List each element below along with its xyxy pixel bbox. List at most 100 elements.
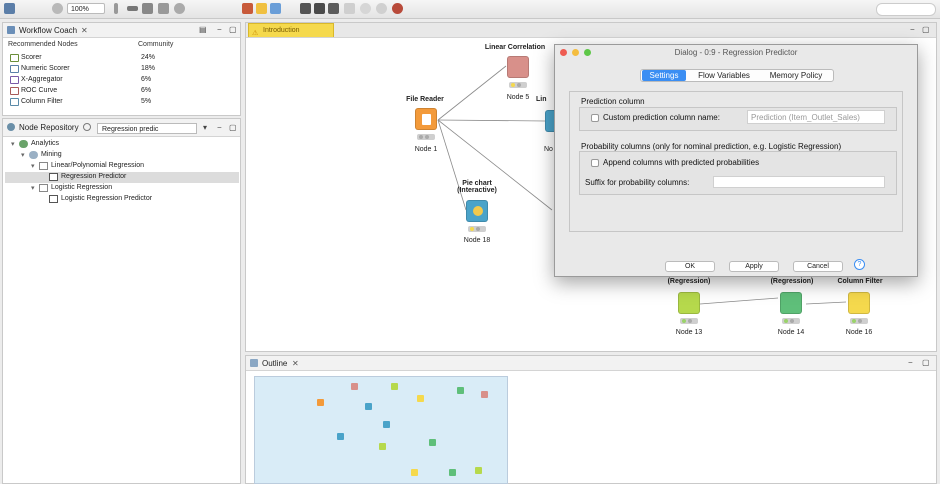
- tree-item-label: Logistic Regression Predictor: [61, 195, 153, 202]
- node-label-file-reader: Node 1: [414, 146, 438, 153]
- open-view-icon[interactable]: [376, 3, 387, 14]
- tree-node-icon: [49, 173, 58, 181]
- node-icon[interactable]: [270, 3, 281, 14]
- ok-button[interactable]: OK: [665, 261, 715, 272]
- node-16[interactable]: [848, 292, 870, 314]
- coach-node-name: Scorer: [21, 54, 42, 61]
- tree-item[interactable]: ▾ Mining: [5, 150, 239, 161]
- node-pie-chart[interactable]: [466, 200, 488, 222]
- node-icon: [10, 54, 19, 62]
- node-title-16: Column Filter: [837, 278, 883, 285]
- help-icon[interactable]: ?: [854, 259, 865, 270]
- tab-settings[interactable]: Settings: [642, 70, 686, 81]
- outline-node: [417, 395, 424, 402]
- workflow-coach-panel: Workflow Coach ✕ ▤ − ▢ Recommended Nodes…: [2, 22, 241, 116]
- custom-name-field[interactable]: Prediction (Item_Outlet_Sales): [747, 110, 885, 124]
- apply-button[interactable]: Apply: [729, 261, 779, 272]
- annotation-icon[interactable]: [256, 3, 267, 14]
- suffix-field[interactable]: [713, 176, 885, 188]
- debug-icon[interactable]: [392, 3, 403, 14]
- zoom-icon[interactable]: [174, 3, 185, 14]
- coach-settings-icon[interactable]: ▤: [199, 25, 207, 34]
- cancel-icon[interactable]: [344, 3, 355, 14]
- minimize-icon[interactable]: −: [910, 25, 915, 34]
- coach-node-name: Column Filter: [21, 98, 63, 105]
- main-toolbar: 100%: [0, 0, 940, 19]
- tab-memory-policy[interactable]: Memory Policy: [761, 70, 831, 81]
- dropdown-icon[interactable]: ▾: [203, 123, 207, 132]
- cancel-button[interactable]: Cancel: [793, 261, 843, 272]
- coach-node-percent: 24%: [141, 54, 156, 61]
- node-file-reader[interactable]: [415, 108, 437, 130]
- close-dot-icon[interactable]: [560, 49, 567, 56]
- layout-icon[interactable]: [158, 3, 169, 14]
- new-workflow-icon[interactable]: [4, 3, 15, 14]
- minimize-icon[interactable]: −: [217, 25, 222, 34]
- tree-item[interactable]: ▾ Linear/Polynomial Regression: [5, 161, 239, 172]
- expand-icon[interactable]: ▾: [31, 162, 35, 170]
- dialog-title: Dialog - 0:9 - Regression Predictor: [674, 48, 798, 57]
- configure-icon[interactable]: [300, 3, 311, 14]
- maximize-icon[interactable]: ▢: [229, 25, 237, 34]
- outline-node: [411, 469, 418, 476]
- custom-name-checkbox[interactable]: [591, 114, 599, 122]
- coach-icon: [7, 26, 15, 34]
- grid-icon[interactable]: [242, 3, 253, 14]
- coach-row[interactable]: ROC Curve 6%: [3, 86, 243, 97]
- coach-row[interactable]: Scorer 24%: [3, 53, 243, 64]
- regression-predictor-dialog: Dialog - 0:9 - Regression Predictor Sett…: [554, 44, 918, 277]
- outline-thumbnail[interactable]: [254, 376, 508, 484]
- align-icon[interactable]: [114, 3, 118, 14]
- node-title-file-reader: File Reader: [406, 96, 444, 103]
- minimize-icon[interactable]: −: [908, 358, 913, 367]
- node-linear-correlation[interactable]: [507, 56, 529, 78]
- execute-all-icon[interactable]: [328, 3, 339, 14]
- zoom-dot-icon[interactable]: [584, 49, 591, 56]
- expand-icon[interactable]: ▾: [11, 140, 15, 148]
- tree-node-icon: [29, 151, 38, 159]
- maximize-icon[interactable]: ▢: [922, 358, 930, 367]
- coach-row[interactable]: Numeric Scorer 18%: [3, 64, 243, 75]
- toolbar-search-input[interactable]: [876, 3, 936, 16]
- node-title-pie-chart: Pie chart (Interactive): [457, 180, 497, 194]
- tab-flow-variables[interactable]: Flow Variables: [691, 70, 757, 81]
- maximize-icon[interactable]: ▢: [229, 123, 237, 132]
- save-icon[interactable]: [52, 3, 63, 14]
- zoom-select[interactable]: 100%: [67, 3, 105, 14]
- link-icon[interactable]: [127, 6, 138, 11]
- maximize-icon[interactable]: ▢: [922, 25, 930, 34]
- coach-row[interactable]: Column Filter 5%: [3, 97, 243, 108]
- coach-row[interactable]: X-Aggregator 6%: [3, 75, 243, 86]
- flow-icon[interactable]: [142, 3, 153, 14]
- node-14[interactable]: [780, 292, 802, 314]
- execute-icon[interactable]: [314, 3, 325, 14]
- reset-icon[interactable]: [360, 3, 371, 14]
- close-icon[interactable]: ✕: [292, 359, 299, 368]
- coach-title: Workflow Coach: [19, 26, 78, 35]
- append-probabilities-checkbox[interactable]: [591, 159, 599, 167]
- node-icon: [10, 87, 19, 95]
- tree-item-label: Mining: [41, 151, 62, 158]
- search-icon: [83, 123, 91, 131]
- tab-introduction[interactable]: ⚠ Introduction: [248, 23, 334, 37]
- coach-node-name: Numeric Scorer: [21, 65, 70, 72]
- node-13[interactable]: [678, 292, 700, 314]
- node-icon: [10, 98, 19, 106]
- close-icon[interactable]: ✕: [81, 26, 88, 35]
- outline-node: [481, 391, 488, 398]
- outline-icon: [250, 359, 258, 367]
- expand-icon[interactable]: ▾: [21, 151, 25, 159]
- tree-item[interactable]: ▾ Logistic Regression: [5, 183, 239, 194]
- repository-search-input[interactable]: Regression predic: [97, 123, 197, 134]
- expand-icon[interactable]: ▾: [31, 184, 35, 192]
- tree-item[interactable]: ▾ Analytics: [5, 139, 239, 150]
- minimize-icon[interactable]: −: [217, 123, 222, 132]
- warning-icon: ⚠: [252, 30, 259, 37]
- coach-node-percent: 18%: [141, 65, 156, 72]
- repository-tabbar: Node Repository Regression predic ▾ − ▢: [3, 119, 240, 137]
- minimize-dot-icon[interactable]: [572, 49, 579, 56]
- tree-item[interactable]: Logistic Regression Predictor: [5, 194, 239, 205]
- outline-node: [365, 403, 372, 410]
- tree-item[interactable]: Regression Predictor: [5, 172, 239, 183]
- outline-panel: Outline ✕ − ▢: [245, 355, 937, 484]
